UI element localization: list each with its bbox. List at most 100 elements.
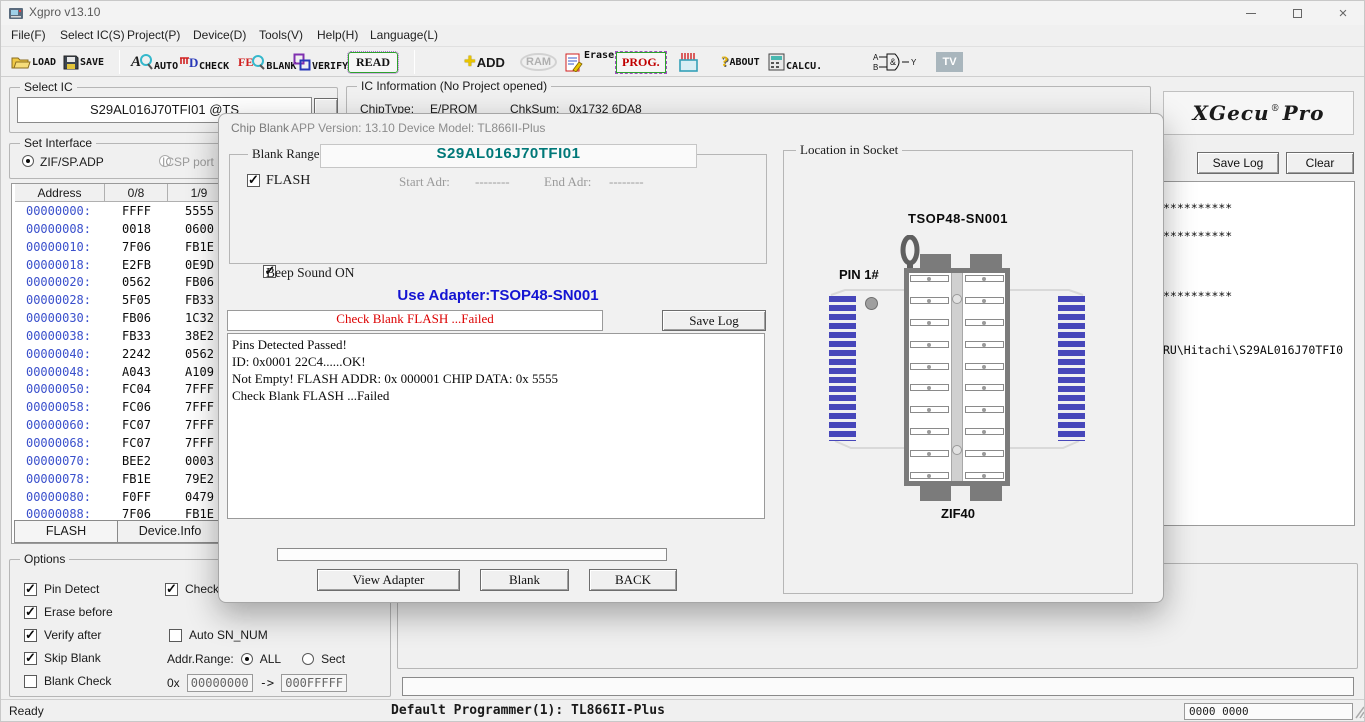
address-cell[interactable]: 00000008: bbox=[12, 221, 105, 239]
save-log-button[interactable]: Save Log bbox=[1197, 152, 1279, 174]
address-cell[interactable]: 00000080: bbox=[12, 489, 105, 507]
hex-cell[interactable]: FFFF bbox=[105, 203, 168, 221]
address-cell[interactable]: 00000030: bbox=[12, 310, 105, 328]
hex-cell[interactable]: 2242 bbox=[105, 346, 168, 364]
address-cell[interactable]: 00000068: bbox=[12, 435, 105, 453]
calcu-button[interactable]: CALCU. bbox=[768, 49, 822, 75]
address-cell[interactable]: 00000000: bbox=[12, 203, 105, 221]
ram-button[interactable]: RAM bbox=[520, 49, 557, 75]
tab-device-info[interactable]: Device.Info bbox=[117, 520, 223, 543]
address-cell[interactable]: 00000040: bbox=[12, 346, 105, 364]
prog-button[interactable]: PROG. bbox=[616, 49, 666, 75]
address-cell[interactable]: 00000070: bbox=[12, 453, 105, 471]
clear-log-button[interactable]: Clear bbox=[1286, 152, 1354, 174]
dialog-log[interactable]: Pins Detected Passed!ID: 0x0001 22C4....… bbox=[227, 333, 765, 519]
menu-tools[interactable]: Tools(V) bbox=[257, 25, 305, 46]
hex-cell[interactable]: FB1E bbox=[105, 471, 168, 489]
addr-range-all-radio[interactable] bbox=[241, 653, 253, 665]
column-header-08[interactable]: 0/8 bbox=[105, 184, 168, 202]
hex-cell[interactable]: F0FF bbox=[105, 489, 168, 507]
icsp-radio-label[interactable]: ICSP port bbox=[162, 155, 214, 169]
verify-button[interactable]: VERIFY bbox=[293, 49, 348, 75]
skip-blank-checkbox[interactable] bbox=[24, 652, 37, 665]
main-log-panel[interactable]: ******************************RU\Hitachi… bbox=[1156, 181, 1355, 526]
column-header-address[interactable]: Address bbox=[15, 184, 105, 202]
hex-cell[interactable]: FC04 bbox=[105, 381, 168, 399]
menu-file[interactable]: File(F) bbox=[9, 25, 48, 46]
address-cell[interactable]: 00000048: bbox=[12, 364, 105, 382]
address-cell[interactable]: 00000010: bbox=[12, 239, 105, 257]
address-cell[interactable]: 00000020: bbox=[12, 274, 105, 292]
address-cell[interactable]: 00000058: bbox=[12, 399, 105, 417]
menu-help[interactable]: Help(H) bbox=[315, 25, 360, 46]
flash-range-checkbox[interactable] bbox=[247, 174, 260, 187]
hex-cell[interactable]: 0562 bbox=[105, 274, 168, 292]
address-cell[interactable]: 00000050: bbox=[12, 381, 105, 399]
hex-cell[interactable]: FB33 bbox=[105, 328, 168, 346]
address-cell[interactable]: 00000018: bbox=[12, 257, 105, 275]
menu-language[interactable]: Language(L) bbox=[368, 25, 440, 46]
hex-cell[interactable]: FC06 bbox=[105, 399, 168, 417]
menu-device[interactable]: Device(D) bbox=[191, 25, 248, 46]
read-button[interactable]: READ bbox=[348, 49, 398, 75]
menu-project[interactable]: Project(P) bbox=[125, 25, 182, 46]
menu-select-ic[interactable]: Select IC(S) bbox=[58, 25, 127, 46]
tab-flash[interactable]: FLASH bbox=[14, 520, 118, 543]
hex-cell[interactable]: FB06 bbox=[105, 310, 168, 328]
title-bar[interactable]: Xgpro v13.10 × bbox=[1, 1, 1364, 25]
auto-button[interactable]: A AUTO bbox=[131, 49, 178, 75]
zif-radio[interactable] bbox=[22, 155, 34, 167]
chip-test-button[interactable] bbox=[678, 49, 700, 75]
verify-after-option[interactable]: Verify after bbox=[24, 628, 101, 642]
blank-check-button[interactable]: FE BLANK bbox=[238, 49, 296, 75]
check-option[interactable]: Check bbox=[165, 582, 219, 596]
maximize-button[interactable] bbox=[1274, 1, 1320, 25]
blank-check-option[interactable]: Blank Check bbox=[24, 674, 111, 688]
minimize-button[interactable] bbox=[1228, 1, 1274, 25]
dialog-title-bar[interactable]: Chip Blank APP Version: 13.10 Device Mod… bbox=[219, 114, 1163, 140]
hex-cell[interactable]: A043 bbox=[105, 364, 168, 382]
check-id-button[interactable]: D CHECK bbox=[178, 49, 229, 75]
skip-blank-option[interactable]: Skip Blank bbox=[24, 651, 101, 665]
range-from-field[interactable]: 00000000 bbox=[187, 674, 253, 692]
verify-after-checkbox[interactable] bbox=[24, 629, 37, 642]
blank-check-checkbox[interactable] bbox=[24, 675, 37, 688]
address-cell[interactable]: 00000060: bbox=[12, 417, 105, 435]
erase-before-option[interactable]: Erase before bbox=[24, 605, 113, 619]
pin-detect-checkbox[interactable] bbox=[24, 583, 37, 596]
load-button[interactable]: LOAD bbox=[11, 49, 56, 75]
hex-cell[interactable]: FC07 bbox=[105, 435, 168, 453]
dialog-blank-button[interactable]: Blank bbox=[480, 569, 569, 591]
add-button[interactable]: ✚ ADD bbox=[464, 49, 505, 75]
flash-range-label[interactable]: FLASH bbox=[266, 173, 310, 189]
dialog-back-button[interactable]: BACK bbox=[589, 569, 677, 591]
view-adapter-button[interactable]: View Adapter bbox=[317, 569, 460, 591]
hex-cell[interactable]: 7F06 bbox=[105, 239, 168, 257]
address-cell[interactable]: 00000038: bbox=[12, 328, 105, 346]
close-button[interactable]: × bbox=[1320, 1, 1365, 25]
addr-range-sect-radio[interactable] bbox=[302, 653, 314, 665]
auto-sn-checkbox[interactable] bbox=[169, 629, 182, 642]
pin-detect-option[interactable]: Pin Detect bbox=[24, 582, 99, 596]
erase-before-checkbox[interactable] bbox=[24, 606, 37, 619]
hex-cell[interactable]: E2FB bbox=[105, 257, 168, 275]
auto-sn-option[interactable]: Auto SN_NUM bbox=[169, 628, 268, 642]
save-button[interactable]: SAVE bbox=[63, 49, 104, 75]
svg-text:&: & bbox=[890, 57, 896, 67]
check-checkbox[interactable] bbox=[165, 583, 178, 596]
hex-cell[interactable]: 5F05 bbox=[105, 292, 168, 310]
hex-cell[interactable]: FC07 bbox=[105, 417, 168, 435]
hex-cell[interactable]: 0018 bbox=[105, 221, 168, 239]
erase-button[interactable]: Erase bbox=[564, 49, 614, 75]
about-button[interactable]: ? ABOUT bbox=[721, 49, 760, 75]
hex-cell[interactable]: BEE2 bbox=[105, 453, 168, 471]
beep-label[interactable]: Beep Sound ON bbox=[266, 265, 355, 281]
resize-grip[interactable] bbox=[1354, 705, 1365, 719]
range-to-field[interactable]: 000FFFFF bbox=[281, 674, 347, 692]
address-cell[interactable]: 00000078: bbox=[12, 471, 105, 489]
tv-button[interactable]: TV bbox=[936, 49, 963, 75]
zif-radio-label[interactable]: ZIF/SP.ADP bbox=[40, 155, 104, 169]
address-cell[interactable]: 00000028: bbox=[12, 292, 105, 310]
dialog-save-log-button[interactable]: Save Log bbox=[662, 310, 766, 331]
logic-gate-button[interactable]: A B & Y bbox=[873, 49, 918, 75]
